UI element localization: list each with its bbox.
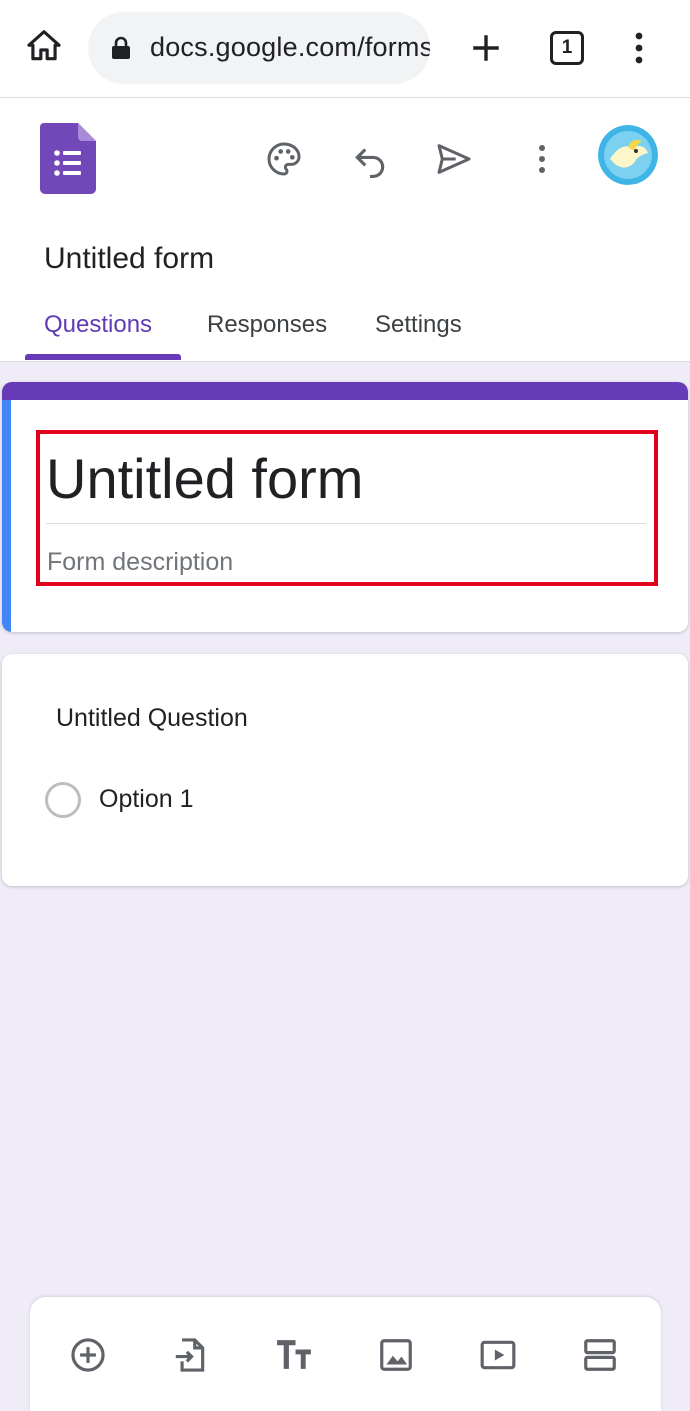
highlight-annotation xyxy=(36,430,658,586)
bottom-toolbar xyxy=(30,1297,661,1411)
add-video-icon[interactable] xyxy=(478,1335,518,1375)
document-title[interactable]: Untitled form xyxy=(44,242,214,276)
option-label[interactable]: Option 1 xyxy=(99,785,194,814)
add-title-icon[interactable] xyxy=(274,1335,314,1375)
new-tab-icon[interactable] xyxy=(464,26,508,70)
lock-icon xyxy=(110,36,132,65)
form-editor-canvas: Untitled form Form description Untitled … xyxy=(0,361,690,1411)
url-text: docs.google.com/forms xyxy=(150,32,430,62)
radio-button[interactable] xyxy=(45,782,81,818)
more-vert-icon[interactable] xyxy=(520,137,564,181)
tab-count: 1 xyxy=(561,37,573,58)
forms-header: Untitled form Questions Responses Settin… xyxy=(0,99,690,361)
browser-menu-icon[interactable] xyxy=(622,26,656,70)
active-card-indicator xyxy=(2,400,11,632)
question-card[interactable]: Untitled Question Option 1 xyxy=(2,654,688,886)
form-title-card[interactable]: Untitled form Form description xyxy=(2,382,688,632)
send-icon[interactable] xyxy=(432,137,476,181)
active-tab-indicator xyxy=(25,354,181,360)
tab-switcher-button[interactable]: 1 xyxy=(550,31,584,65)
tab-responses[interactable]: Responses xyxy=(207,311,327,339)
avatar[interactable] xyxy=(598,125,658,185)
import-questions-icon[interactable] xyxy=(170,1335,210,1375)
add-question-icon[interactable] xyxy=(68,1335,108,1375)
add-image-icon[interactable] xyxy=(376,1335,416,1375)
add-section-icon[interactable] xyxy=(580,1335,620,1375)
address-bar[interactable]: docs.google.com/forms xyxy=(88,12,430,84)
palette-icon[interactable] xyxy=(262,137,306,181)
browser-toolbar: docs.google.com/forms 1 xyxy=(0,0,690,98)
tab-settings[interactable]: Settings xyxy=(375,311,462,339)
tab-questions[interactable]: Questions xyxy=(44,311,152,339)
accent-stripe xyxy=(2,382,688,400)
question-title[interactable]: Untitled Question xyxy=(56,704,248,733)
forms-logo-icon[interactable] xyxy=(40,123,96,200)
undo-icon[interactable] xyxy=(348,137,392,181)
home-icon[interactable] xyxy=(22,24,66,68)
